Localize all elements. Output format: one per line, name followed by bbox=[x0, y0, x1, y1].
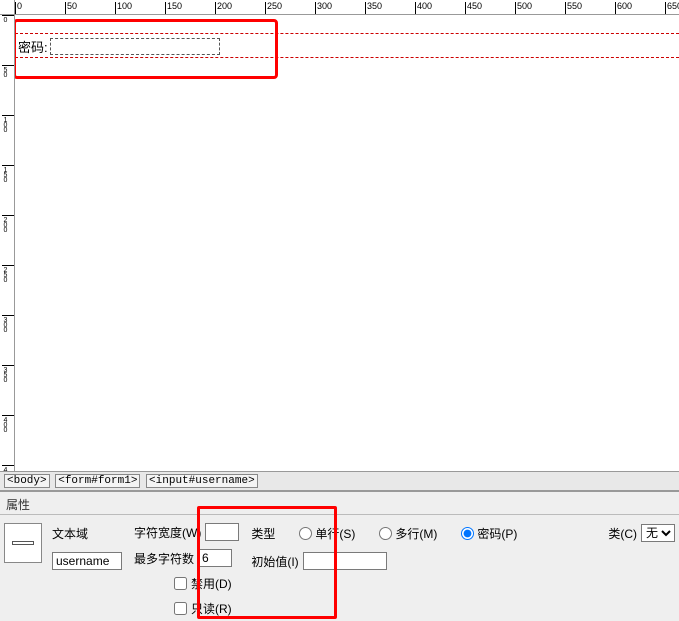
ruler-tick: 500 bbox=[515, 2, 532, 15]
ruler-tick: 300 bbox=[2, 315, 15, 332]
radio-multi-wrap[interactable]: 多行(M) bbox=[379, 525, 437, 542]
ruler-tick: 200 bbox=[2, 215, 15, 232]
ruler-tick: 250 bbox=[2, 265, 15, 282]
class-selector-row: 类(C) 无 bbox=[608, 524, 675, 542]
ruler-corner bbox=[0, 0, 15, 15]
ruler-tick: 650 bbox=[665, 2, 679, 15]
ruler-tick: 550 bbox=[565, 2, 582, 15]
radio-password[interactable] bbox=[461, 527, 474, 540]
ruler-tick: 400 bbox=[2, 415, 15, 432]
ruler-tick: 350 bbox=[2, 365, 15, 382]
type-label: 文本域 bbox=[52, 525, 88, 542]
ruler-tick: 200 bbox=[215, 2, 232, 15]
ruler-vertical: 0 50 100 150 200 250 300 350 400 450 bbox=[0, 15, 15, 471]
disabled-checkbox[interactable] bbox=[174, 577, 187, 590]
form-guide-bottom bbox=[15, 57, 679, 58]
radio-password-label: 密码(P) bbox=[477, 525, 517, 542]
readonly-checkbox[interactable] bbox=[174, 602, 187, 615]
properties-body: 文本域 字符宽度(W) 最多字符数 禁用(D) 只读(R) bbox=[0, 514, 679, 621]
ruler-tick: 50 bbox=[65, 2, 77, 15]
ruler-tick: 150 bbox=[165, 2, 182, 15]
ruler-tick: 400 bbox=[415, 2, 432, 15]
tag-form[interactable]: <form#form1> bbox=[55, 474, 140, 488]
ruler-tick: 450 bbox=[465, 2, 482, 15]
password-input-placeholder[interactable] bbox=[50, 38, 220, 55]
ruler-tick: 150 bbox=[2, 165, 15, 182]
radio-multi-label: 多行(M) bbox=[395, 525, 437, 542]
col-type: 类型 单行(S) 多行(M) 密码(P) 初始值(I) bbox=[251, 523, 517, 613]
ruler-tick: 0 bbox=[2, 15, 15, 22]
properties-title: 属性 bbox=[2, 494, 34, 515]
radio-password-wrap[interactable]: 密码(P) bbox=[461, 525, 517, 542]
col-chars: 字符宽度(W) 最多字符数 禁用(D) 只读(R) bbox=[134, 523, 239, 613]
class-select[interactable]: 无 bbox=[641, 524, 675, 542]
textfield-icon bbox=[4, 523, 42, 563]
ruler-tick: 250 bbox=[265, 2, 282, 15]
ruler-tick: 600 bbox=[615, 2, 632, 15]
ruler-tick: 300 bbox=[315, 2, 332, 15]
tag-selector-bar[interactable]: <body> <form#form1> <input#username> bbox=[0, 471, 679, 491]
ruler-tick: 100 bbox=[2, 115, 15, 132]
ruler-horizontal: 0 50 100 150 200 250 300 350 400 450 500… bbox=[15, 0, 679, 15]
char-width-label: 字符宽度(W) bbox=[134, 524, 201, 541]
max-chars-input[interactable] bbox=[198, 549, 232, 567]
class-label: 类(C) bbox=[608, 525, 637, 542]
radio-multi[interactable] bbox=[379, 527, 392, 540]
radio-single-wrap[interactable]: 单行(S) bbox=[299, 525, 355, 542]
id-input[interactable] bbox=[52, 552, 122, 570]
form-guide-top bbox=[15, 33, 679, 34]
radio-single-label: 单行(S) bbox=[315, 525, 355, 542]
char-width-input[interactable] bbox=[205, 523, 239, 541]
properties-panel: 属性 文本域 字符宽度(W) 最多字符数 禁用(D) bbox=[0, 491, 679, 621]
radio-single[interactable] bbox=[299, 527, 312, 540]
init-value-input[interactable] bbox=[303, 552, 387, 570]
init-value-label: 初始值(I) bbox=[251, 553, 298, 570]
type-group-label: 类型 bbox=[251, 525, 275, 542]
max-chars-label: 最多字符数 bbox=[134, 550, 194, 567]
ruler-tick: 0 bbox=[15, 2, 22, 15]
password-field-row[interactable]: 密码: bbox=[18, 37, 220, 56]
design-canvas[interactable]: 密码: bbox=[15, 15, 679, 471]
col-id: 文本域 bbox=[52, 523, 122, 613]
tag-input[interactable]: <input#username> bbox=[146, 474, 258, 488]
readonly-label: 只读(R) bbox=[191, 600, 232, 617]
disabled-label: 禁用(D) bbox=[191, 575, 232, 592]
ruler-tick: 100 bbox=[115, 2, 132, 15]
tag-body[interactable]: <body> bbox=[4, 474, 50, 488]
ruler-tick: 50 bbox=[2, 65, 15, 77]
password-label: 密码: bbox=[18, 37, 48, 56]
ruler-tick: 350 bbox=[365, 2, 382, 15]
